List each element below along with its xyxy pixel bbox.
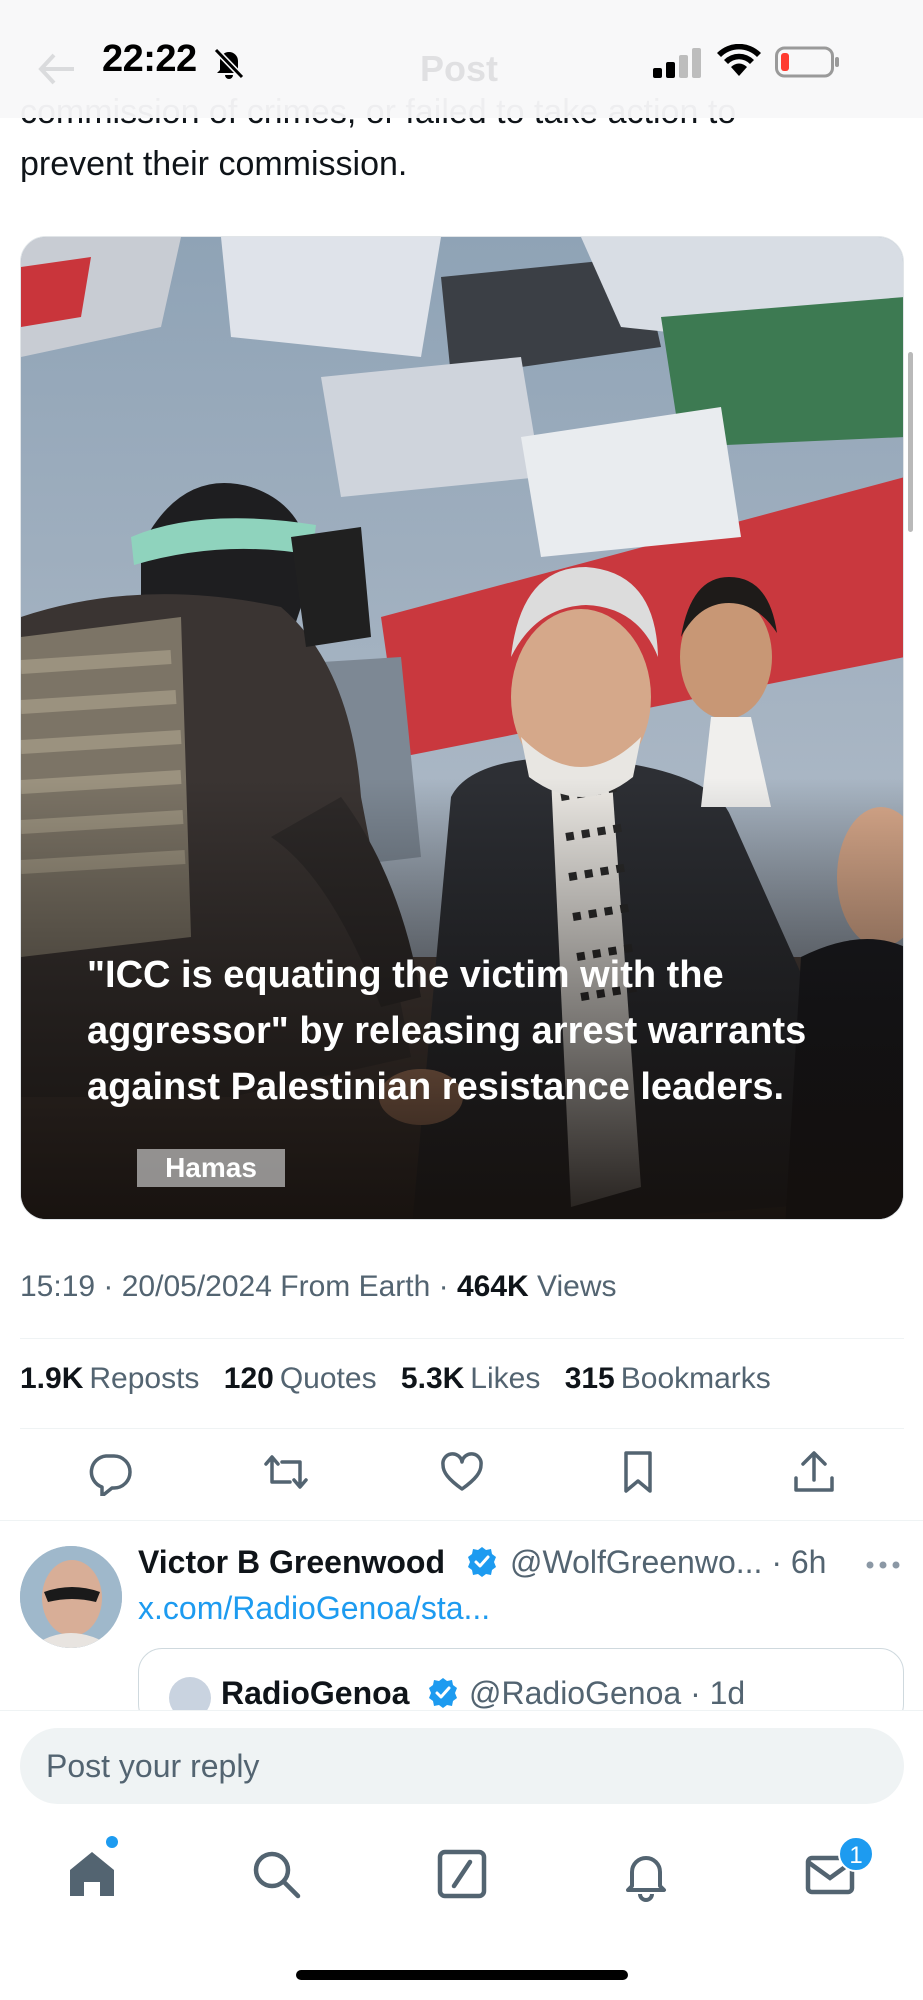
views-label[interactable]: Views bbox=[537, 1270, 616, 1303]
home-indicator[interactable] bbox=[296, 1970, 628, 1980]
divider bbox=[20, 1338, 904, 1339]
meta-separator: · bbox=[103, 1270, 122, 1303]
quoted-handle-time: @RadioGenoa · 1d bbox=[469, 1675, 746, 1711]
verified-badge-icon bbox=[468, 1547, 496, 1577]
home-icon[interactable] bbox=[64, 1846, 120, 1902]
avatar[interactable] bbox=[20, 1546, 122, 1648]
tweet-text-line: prevent their commission. bbox=[20, 145, 408, 183]
media-quote-text: "ICC is equating the victim with the agg… bbox=[87, 947, 867, 1115]
verified-badge-icon bbox=[429, 1678, 457, 1708]
notifications-icon[interactable] bbox=[618, 1846, 674, 1902]
wifi-icon bbox=[717, 44, 761, 76]
page-title: Post bbox=[420, 48, 499, 89]
tweet-meta: 15:19 · 20/05/2024 From Earth · 464K Vie… bbox=[20, 1270, 617, 1304]
tweet-actions bbox=[0, 1448, 923, 1508]
reply-handle-time[interactable]: @WolfGreenwo... · 6h bbox=[510, 1544, 826, 1581]
status-time: 22:22 bbox=[102, 38, 197, 80]
stat-reposts[interactable]: 1.9K Reposts bbox=[20, 1362, 199, 1395]
divider bbox=[0, 1520, 923, 1521]
reply-author-name[interactable]: Victor B Greenwood bbox=[138, 1544, 445, 1581]
signal-icon bbox=[653, 48, 701, 78]
stat-bookmarks[interactable]: 315 Bookmarks bbox=[565, 1362, 771, 1395]
status-bar: Post 22:22 bbox=[0, 0, 923, 118]
reply-link[interactable]: x.com/RadioGenoa/sta... bbox=[138, 1590, 490, 1627]
divider bbox=[20, 1428, 904, 1429]
like-icon[interactable] bbox=[438, 1448, 486, 1496]
tab-bar bbox=[0, 1846, 923, 1926]
media-source-tag: Hamas bbox=[137, 1149, 285, 1187]
views-count: 464K bbox=[456, 1270, 529, 1303]
media-quote-line: "ICC is equating the victim with the bbox=[87, 954, 724, 996]
avatar-photo bbox=[20, 1546, 122, 1648]
scrollbar[interactable] bbox=[908, 352, 913, 532]
home-unread-dot bbox=[106, 1836, 118, 1848]
stat-quotes[interactable]: 120 Quotes bbox=[224, 1362, 377, 1395]
more-options-icon[interactable] bbox=[866, 1560, 900, 1570]
bell-off-icon bbox=[213, 47, 245, 80]
messages-badge: 1 bbox=[838, 1836, 874, 1872]
repost-icon[interactable] bbox=[262, 1448, 310, 1496]
media-quote-line: against Palestinian resistance leaders. bbox=[87, 1066, 785, 1108]
tweet-media-image[interactable]: "ICC is equating the victim with the agg… bbox=[20, 236, 904, 1220]
tweet-date: 20/05/2024 bbox=[121, 1270, 272, 1303]
search-icon[interactable] bbox=[248, 1846, 304, 1902]
reply-icon[interactable] bbox=[86, 1448, 134, 1496]
tweet-source: From Earth bbox=[280, 1270, 431, 1303]
meta-separator: · bbox=[438, 1270, 457, 1303]
tweet-stats: 1.9K Reposts 120 Quotes 5.3K Likes 315 Bookm… bbox=[20, 1362, 787, 1396]
media-quote-line: aggressor" by releasing arrest warrants bbox=[87, 1010, 807, 1052]
battery-low-icon bbox=[775, 46, 839, 78]
stat-likes[interactable]: 5.3K Likes bbox=[401, 1362, 540, 1395]
reply-input[interactable] bbox=[20, 1728, 904, 1804]
tweet-time: 15:19 bbox=[20, 1270, 96, 1303]
compose-icon[interactable] bbox=[434, 1846, 490, 1902]
share-icon[interactable] bbox=[790, 1448, 838, 1496]
back-arrow-icon[interactable] bbox=[38, 52, 76, 86]
bookmark-icon[interactable] bbox=[614, 1448, 662, 1496]
quoted-author-name: RadioGenoa bbox=[221, 1675, 410, 1711]
